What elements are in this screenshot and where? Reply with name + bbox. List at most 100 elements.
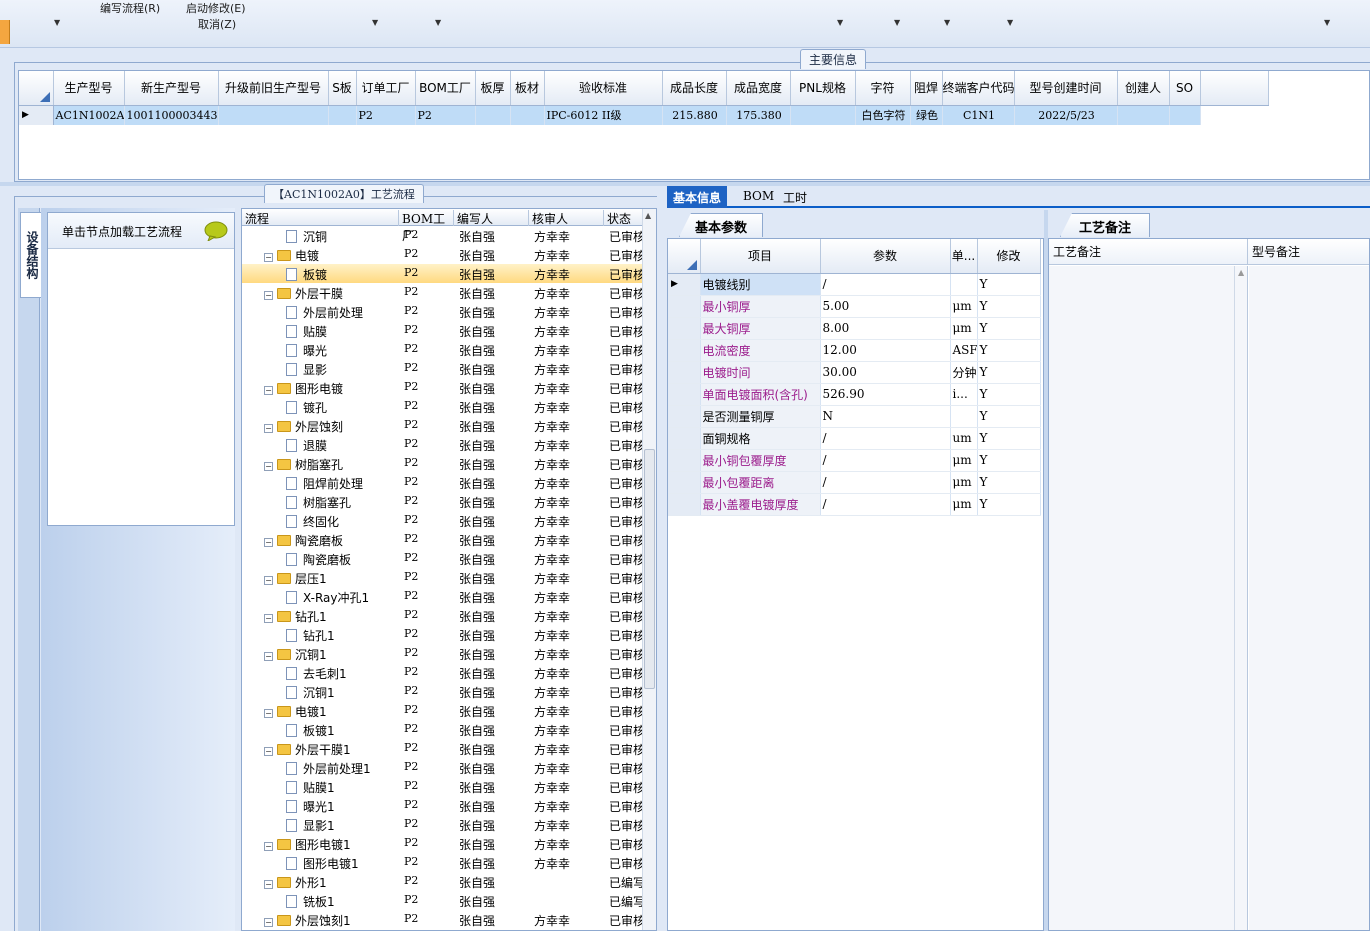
row-indicator[interactable] (668, 471, 701, 494)
param-modify[interactable]: Y (977, 493, 1041, 516)
vertical-splitter[interactable] (657, 186, 667, 931)
main-cell-1[interactable]: 10011000034432 (124, 105, 219, 125)
col-param[interactable]: 参数 (820, 239, 951, 274)
tree-row[interactable]: 板镀 P2 张自强 方幸幸 已审核 (242, 264, 642, 283)
main-cell-14[interactable]: C1N1 (942, 105, 1015, 125)
tree-row[interactable]: 去毛刺1 P2 张自强 方幸幸 已审核 (242, 663, 642, 682)
tree-scrollbar[interactable]: ▲ (642, 209, 656, 930)
collapse-icon[interactable]: − (264, 386, 273, 395)
process-note-input[interactable] (1049, 266, 1235, 930)
main-cell-11[interactable] (790, 105, 856, 125)
collapse-icon[interactable]: − (264, 842, 273, 851)
dropdown-arrow-icon[interactable]: ▼ (54, 18, 60, 27)
row-indicator[interactable] (668, 449, 701, 472)
main-cell-17[interactable] (1169, 105, 1201, 125)
dropdown-arrow-icon[interactable]: ▼ (435, 18, 441, 27)
tree-row[interactable]: 贴膜1 P2 张自强 方幸幸 已审核 (242, 777, 642, 796)
param-modify[interactable]: Y (977, 361, 1041, 384)
collapse-icon[interactable]: − (264, 253, 273, 262)
row-indicator[interactable] (668, 295, 701, 318)
row-indicator[interactable] (668, 405, 701, 428)
main-col-2[interactable]: 升级前旧生产型号 (218, 71, 329, 106)
basic-params-tab[interactable]: 基本参数 (679, 213, 763, 237)
main-col-12[interactable]: 字符 (855, 71, 911, 106)
tree-row[interactable]: 钻孔1 P2 张自强 方幸幸 已审核 (242, 625, 642, 644)
param-value[interactable]: 12.00 (820, 339, 951, 362)
param-value[interactable]: 8.00 (820, 317, 951, 340)
main-cell-5[interactable]: P2 (415, 105, 476, 125)
main-col-11[interactable]: PNL规格 (790, 71, 856, 106)
main-cell-13[interactable]: 绿色 (910, 105, 943, 125)
main-cell-4[interactable]: P2 (356, 105, 416, 125)
tree-row[interactable]: 显影1 P2 张自强 方幸幸 已审核 (242, 815, 642, 834)
main-cell-2[interactable] (218, 105, 329, 125)
tree-row[interactable]: 终固化 P2 张自强 方幸幸 已审核 (242, 511, 642, 530)
param-modify[interactable]: Y (977, 273, 1041, 296)
row-indicator[interactable] (668, 317, 701, 340)
tree-row[interactable]: 阻焊前处理 P2 张自强 方幸幸 已审核 (242, 473, 642, 492)
tree-row[interactable]: − 外层蚀刻1 P2 张自强 方幸幸 已审核 (242, 910, 642, 929)
collapse-icon[interactable]: − (264, 538, 273, 547)
col-status[interactable]: 状态 (604, 210, 642, 226)
param-value[interactable]: 526.90 (820, 383, 951, 406)
row-indicator[interactable] (668, 361, 701, 384)
collapse-icon[interactable]: − (264, 462, 273, 471)
param-row[interactable]: 电流密度 12.00 ASF Y (668, 339, 1041, 362)
tree-row[interactable]: 板镀1 P2 张自强 方幸幸 已审核 (242, 720, 642, 739)
tree-row[interactable]: − 外形1 P2 张自强 已编写 (242, 872, 642, 891)
dropdown-arrow-icon[interactable]: ▼ (372, 18, 378, 27)
tab-work-hours[interactable]: 工时 (777, 186, 813, 208)
main-col-4[interactable]: 订单工厂 (356, 71, 416, 106)
collapse-icon[interactable]: − (264, 709, 273, 718)
param-row[interactable]: 面铜规格 / um Y (668, 427, 1041, 450)
main-col-5[interactable]: BOM工厂 (415, 71, 476, 106)
collapse-icon[interactable]: − (264, 918, 273, 927)
row-indicator[interactable] (668, 427, 701, 450)
main-col-8[interactable]: 验收标准 (544, 71, 663, 106)
main-col-16[interactable]: 创建人 (1117, 71, 1170, 106)
tree-row[interactable]: 镀孔 P2 张自强 方幸幸 已审核 (242, 397, 642, 416)
tree-row[interactable]: 沉铜1 P2 张自强 方幸幸 已审核 (242, 682, 642, 701)
param-modify[interactable]: Y (977, 427, 1041, 450)
tree-row[interactable]: 退膜 P2 张自强 方幸幸 已审核 (242, 435, 642, 454)
param-value[interactable]: N (820, 405, 951, 428)
tree-row[interactable]: − 陶瓷磨板 P2 张自强 方幸幸 已审核 (242, 530, 642, 549)
collapse-icon[interactable]: − (264, 747, 273, 756)
col-item[interactable]: 项目 (700, 239, 821, 274)
row-indicator[interactable]: ▶ (19, 105, 54, 125)
collapse-icon[interactable]: − (264, 880, 273, 889)
tree-row[interactable]: 显影 P2 张自强 方幸幸 已审核 (242, 359, 642, 378)
edit-flow-button[interactable]: 编写流程(R) (100, 0, 160, 16)
tree-row[interactable]: − 层压1 P2 张自强 方幸幸 已审核 (242, 568, 642, 587)
quick-access-tab[interactable] (0, 20, 10, 44)
tree-row[interactable]: 铣板1 P2 张自强 已编写 (242, 891, 642, 910)
param-row[interactable]: 是否测量铜厚 N Y (668, 405, 1041, 428)
param-value[interactable]: 30.00 (820, 361, 951, 384)
tree-row[interactable]: − 外层干膜1 P2 张自强 方幸幸 已审核 (242, 739, 642, 758)
tree-row[interactable]: − 外层干膜 P2 张自强 方幸幸 已审核 (242, 283, 642, 302)
main-cell-7[interactable] (510, 105, 545, 125)
tree-row[interactable]: − 外层蚀刻 P2 张自强 方幸幸 已审核 (242, 416, 642, 435)
main-cell-3[interactable] (328, 105, 357, 125)
collapse-icon[interactable]: − (264, 652, 273, 661)
param-modify[interactable]: Y (977, 317, 1041, 340)
dropdown-arrow-icon[interactable]: ▼ (944, 18, 950, 27)
dropdown-arrow-icon[interactable]: ▼ (837, 18, 843, 27)
collapse-icon[interactable]: − (264, 576, 273, 585)
cancel-button[interactable]: 取消(Z) (198, 16, 236, 32)
main-cell-6[interactable] (475, 105, 511, 125)
tree-row[interactable]: X-Ray冲孔1 P2 张自强 方幸幸 已审核 (242, 587, 642, 606)
tree-row[interactable]: 外层前处理 P2 张自强 方幸幸 已审核 (242, 302, 642, 321)
tree-row[interactable]: − 电镀1 P2 张自强 方幸幸 已审核 (242, 701, 642, 720)
scroll-thumb[interactable] (644, 449, 655, 689)
tree-row[interactable]: − 电镀 P2 张自强 方幸幸 已审核 (242, 245, 642, 264)
main-cell-15[interactable]: 2022/5/23 (1014, 105, 1118, 125)
tree-row[interactable]: 贴膜 P2 张自强 方幸幸 已审核 (242, 321, 642, 340)
start-modify-button[interactable]: 启动修改(E) (186, 0, 246, 16)
param-value[interactable]: / (820, 427, 951, 450)
main-col-15[interactable]: 型号创建时间 (1014, 71, 1118, 106)
col-writer[interactable]: 编写人 (454, 210, 529, 226)
tree-row[interactable]: 沉铜 P2 张自强 方幸幸 已审核 (242, 226, 642, 245)
row-indicator[interactable] (668, 383, 701, 406)
main-col-0[interactable]: 生产型号 (53, 71, 125, 106)
